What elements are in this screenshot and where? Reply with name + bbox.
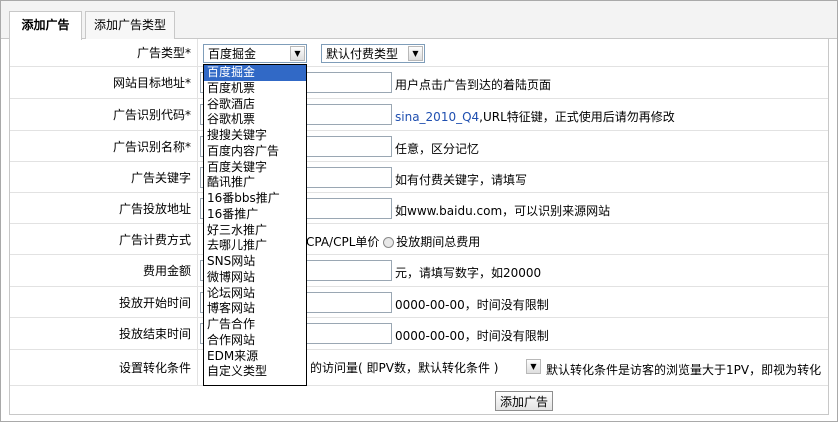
submit-button[interactable]: 添加广告 <box>495 391 554 411</box>
dropdown-option[interactable]: 百度内容广告 <box>204 144 306 160</box>
ad-name-label: 广告识别名称* <box>10 131 198 161</box>
dropdown-option[interactable]: 好三水推广 <box>204 223 306 239</box>
row-end-time: 投放结束时间 0000-00-00，时间没有限制 <box>10 318 828 350</box>
tab-add-ad[interactable]: 添加广告 <box>9 11 82 40</box>
placement-hint: 如www.baidu.com，可以识别来源网站 <box>395 204 611 218</box>
end-time-label: 投放结束时间 <box>10 318 198 349</box>
dropdown-option[interactable]: 16番推广 <box>204 207 306 223</box>
ad-code-hint-text: ,URL特征键，正式使用后请勿再修改 <box>479 110 675 124</box>
row-ad-type: 广告类型* 百度掘金 ▼ 默认付费类型 ▼ <box>10 39 828 67</box>
dropdown-option[interactable]: 合作网站 <box>204 333 306 349</box>
app-window: 添加广告 添加广告类型 广告类型* 百度掘金 ▼ 默认付费类型 ▼ 网站目标地址… <box>0 0 838 422</box>
radio-icon[interactable] <box>383 237 395 248</box>
ad-type-select-value: 百度掘金 <box>208 47 257 61</box>
dropdown-option[interactable]: 博客网站 <box>204 301 306 317</box>
dropdown-option[interactable]: 广告合作 <box>204 317 306 333</box>
chevron-down-icon: ▼ <box>526 359 541 374</box>
ad-name-hint: 任意，区分记忆 <box>395 142 480 156</box>
billing-option-total[interactable]: 投放期间总费用 <box>396 235 480 249</box>
row-billing: 广告计费方式 CPA/CPL单价 投放期间总费用 <box>10 224 828 255</box>
dropdown-option[interactable]: 百度关键字 <box>204 160 306 176</box>
conversion-select-value: 的访问量( 即PV数，默认转化条件 ) <box>310 361 499 375</box>
ad-type-select[interactable]: 百度掘金 ▼ <box>203 44 307 63</box>
placement-label: 广告投放地址 <box>10 193 198 223</box>
row-keyword: 广告关键字 如有付费关键字，请填写 <box>10 162 828 193</box>
chevron-down-icon: ▼ <box>408 46 423 61</box>
dropdown-option[interactable]: 百度机票 <box>204 81 306 97</box>
ad-type-dropdown-list: 百度掘金 百度机票 谷歌酒店 谷歌机票 搜搜关键字 百度内容广告 百度关键字 酷讯推广 16番b… <box>203 64 307 386</box>
amount-hint: 元，请填写数字，如20000 <box>395 266 542 280</box>
keyword-label: 广告关键字 <box>10 162 198 192</box>
pay-type-select-value: 默认付费类型 <box>326 47 399 61</box>
target-url-hint: 用户点击广告到达的着陆页面 <box>395 78 552 92</box>
dropdown-option[interactable]: 微博网站 <box>204 270 306 286</box>
dropdown-option[interactable]: 谷歌酒店 <box>204 97 306 113</box>
dropdown-option[interactable]: SNS网站 <box>204 254 306 270</box>
row-ad-code: 广告识别代码* sina_2010_Q4,URL特征键，正式使用后请勿再修改 <box>10 99 828 131</box>
billing-option-cpa[interactable]: CPA/CPL单价 <box>306 235 379 249</box>
tab-bar: 添加广告 添加广告类型 <box>1 1 837 40</box>
start-time-hint: 0000-00-00，时间没有限制 <box>395 298 549 312</box>
row-target-url: 网站目标地址* 用户点击广告到达的着陆页面 <box>10 67 828 99</box>
dropdown-option[interactable]: 酷讯推广 <box>204 175 306 191</box>
ad-code-label: 广告识别代码* <box>10 99 198 130</box>
chevron-down-icon: ▼ <box>290 46 305 61</box>
end-time-hint: 0000-00-00，时间没有限制 <box>395 329 549 343</box>
keyword-hint: 如有付费关键字，请填写 <box>395 173 528 187</box>
target-url-label: 网站目标地址* <box>10 67 198 98</box>
billing-label: 广告计费方式 <box>10 224 198 254</box>
conversion-label: 设置转化条件 <box>10 350 198 385</box>
dropdown-option[interactable]: 16番bbs推广 <box>204 191 306 207</box>
billing-options: CPA/CPL单价 投放期间总费用 <box>306 233 480 250</box>
dropdown-option[interactable]: 论坛网站 <box>204 286 306 302</box>
row-ad-name: 广告识别名称* 任意，区分记忆 <box>10 131 828 162</box>
row-conversion: 设置转化条件 的访问量( 即PV数，默认转化条件 ) ▼ 默认转化条件是访客的浏… <box>10 350 828 386</box>
row-placement: 广告投放地址 如www.baidu.com，可以识别来源网站 <box>10 193 828 224</box>
ad-type-label: 广告类型* <box>10 39 198 66</box>
row-amount: 费用金额 元，请填写数字，如20000 <box>10 255 828 287</box>
row-start-time: 投放开始时间 0000-00-00，时间没有限制 <box>10 287 828 318</box>
amount-label: 费用金额 <box>10 255 198 286</box>
ad-code-example: sina_2010_Q4 <box>395 110 480 124</box>
tab-add-ad-type[interactable]: 添加广告类型 <box>85 11 175 39</box>
dropdown-option[interactable]: 百度掘金 <box>204 65 306 81</box>
ad-form: 广告类型* 百度掘金 ▼ 默认付费类型 ▼ 网站目标地址* 用户点击广告到达的着… <box>9 39 829 415</box>
dropdown-option[interactable]: 去哪儿推广 <box>204 238 306 254</box>
conversion-select[interactable]: 的访问量( 即PV数，默认转化条件 ) ▼ <box>306 358 542 377</box>
dropdown-option[interactable]: 自定义类型 <box>204 364 306 380</box>
conversion-hint: 默认转化条件是访客的浏览量大于1PV，即视为转化 <box>546 363 822 377</box>
start-time-label: 投放开始时间 <box>10 287 198 317</box>
ad-code-hint: sina_2010_Q4,URL特征键，正式使用后请勿再修改 <box>395 108 675 125</box>
pay-type-select[interactable]: 默认付费类型 ▼ <box>321 44 425 63</box>
dropdown-option[interactable]: 搜搜关键字 <box>204 128 306 144</box>
dropdown-option[interactable]: 谷歌机票 <box>204 112 306 128</box>
dropdown-option[interactable]: EDM来源 <box>204 349 306 365</box>
